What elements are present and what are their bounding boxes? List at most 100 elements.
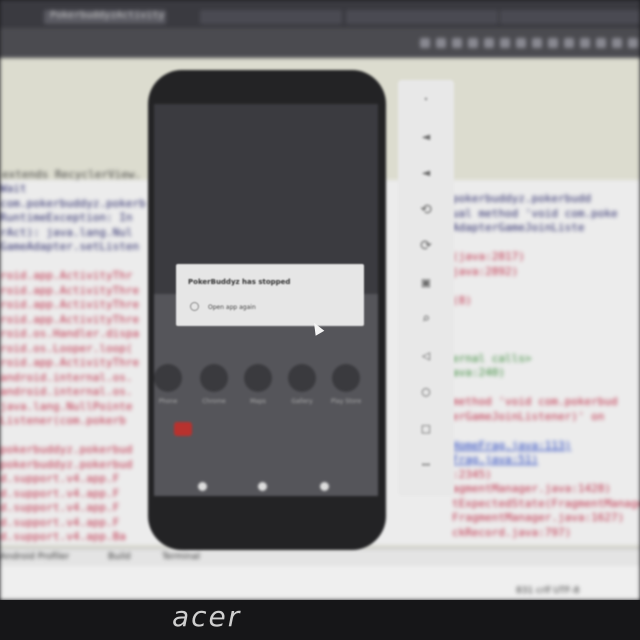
log-line: android.internal.os. — [0, 370, 133, 384]
log-line: java.lang.NullPointe — [0, 399, 133, 413]
log-line: (java:2817) — [452, 250, 525, 263]
log-line[interactable]: HomeFrag.java:113) — [452, 439, 571, 452]
home-nav-icon[interactable] — [258, 482, 267, 491]
log-line: pokerbuddyz.pokerbud — [0, 457, 133, 471]
log-line: java:2892) — [452, 264, 519, 278]
log-line: ckRecord.java:797) — [452, 525, 572, 539]
back-icon[interactable]: ◁ — [416, 346, 436, 366]
toolbar-icon[interactable] — [452, 38, 462, 48]
editor-tab[interactable]: PokerbuddyzActivity — [44, 10, 166, 24]
back-nav-icon[interactable] — [198, 482, 207, 491]
log-line: d.support.v4.app.F — [0, 472, 120, 485]
android-nav-bar — [154, 476, 378, 496]
gallery-app-icon[interactable] — [288, 364, 316, 392]
log-line: roid.app.ActivityThre — [0, 312, 140, 326]
volume-down-icon[interactable]: ◄ — [416, 163, 436, 183]
toolbar-icon[interactable] — [420, 38, 430, 48]
more-options-icon[interactable]: ⋯ — [416, 455, 436, 475]
app-dock: Phone Chrome Maps Gallery Play Store — [154, 364, 378, 424]
log-line: :2345) — [452, 467, 492, 481]
log-line[interactable]: Frag.java:51) — [452, 453, 538, 466]
log-line: roid.app.ActivityThre — [0, 283, 140, 297]
app-label: Play Store — [330, 398, 362, 405]
home-icon[interactable]: ○ — [416, 382, 436, 402]
app-label: Gallery — [291, 398, 313, 405]
toolbar-icon[interactable] — [596, 38, 606, 48]
log-line: roid.os.Handler.dispa — [0, 327, 140, 340]
log-line: d.support.v4.app.Ba — [0, 530, 126, 543]
log-line: Wait — [0, 182, 27, 195]
log-line: roid.app.ActivityThre — [0, 298, 140, 311]
editor-tab[interactable] — [346, 10, 498, 24]
toolbar-icon[interactable] — [468, 38, 478, 48]
log-line: roid.app.ActivityThre — [0, 356, 140, 369]
editor-tab[interactable] — [200, 10, 342, 24]
log-line: d.support.v4.app.F — [0, 515, 120, 529]
log-line: rAct): java.lang.Nul — [0, 225, 133, 239]
log-line: method 'void com.pokerbud — [452, 395, 618, 408]
log-line: agmentManager.java:1428) — [452, 482, 611, 495]
android-profiler-tab[interactable]: Android Profiler — [0, 552, 69, 562]
log-line: ava:240) — [452, 366, 505, 379]
log-line: Listener(com.pokerb — [0, 414, 126, 427]
encoding-status[interactable]: 831 crlf UTF-8 — [516, 586, 579, 596]
app-label: Chrome — [202, 398, 226, 405]
log-line: tExpectedState(FragmentManager.java: — [452, 496, 640, 510]
dialog-title: PokerBuddyz has stopped — [188, 278, 291, 286]
log-line: roid.app.ActivityThr — [0, 269, 133, 282]
log-line: pokerbuddyz.pokerbudd — [452, 192, 592, 205]
terminal-tab[interactable]: Terminal — [162, 552, 200, 562]
open-app-again-button[interactable]: Open app again — [208, 304, 256, 311]
ide-status-bar: 831 crlf UTF-8 — [0, 566, 640, 600]
toolbar-icon[interactable] — [612, 38, 622, 48]
log-line: GameAdapter.setListen — [0, 240, 140, 253]
build-tab[interactable]: Build — [108, 552, 131, 562]
toolbar-icon[interactable] — [532, 38, 542, 48]
toolbar-icon[interactable] — [548, 38, 558, 48]
log-line: ual method 'void com.poke — [452, 206, 618, 220]
log-line: android.internal.os. — [0, 385, 133, 398]
editor-tab-bar: PokerbuddyzActivity — [0, 0, 640, 28]
laptop-bezel — [0, 600, 640, 640]
log-line: d.support.v4.app.F — [0, 486, 120, 500]
log-line: com.pokerbuddyz.pokerb — [0, 196, 146, 210]
log-line: erGameJoinListener)' on — [452, 409, 605, 423]
tool-window-bar: Android Profiler Build Terminal — [0, 548, 640, 567]
emulator-side-toolbar: · ◄ ◄ ⟲ ⟳ ▣ ⌕ ◁ ○ □ ⋯ — [398, 80, 454, 496]
more-icon[interactable]: · — [416, 90, 436, 110]
recents-nav-icon[interactable] — [320, 482, 329, 491]
volume-up-icon[interactable]: ◄ — [416, 127, 436, 147]
toolbar-icon[interactable] — [628, 38, 638, 48]
log-line: d.support.v4.app.F — [0, 501, 120, 514]
app-label: Maps — [250, 398, 266, 405]
log-line: pokerbuddyz.pokerbud — [0, 443, 133, 456]
editor-tab[interactable] — [500, 10, 640, 24]
overview-icon[interactable]: □ — [416, 419, 436, 439]
app-label: Phone — [158, 398, 178, 405]
toolbar-icon[interactable] — [436, 38, 446, 48]
phone-app-icon[interactable] — [154, 364, 182, 392]
toolbar-icon[interactable] — [516, 38, 526, 48]
play-store-app-icon[interactable] — [332, 364, 360, 392]
ide-toolbar — [0, 28, 640, 58]
rotate-right-icon[interactable]: ⟳ — [416, 236, 436, 256]
maps-app-icon[interactable] — [244, 364, 272, 392]
toolbar-icon[interactable] — [564, 38, 574, 48]
log-line: roid.os.Looper.loop( — [0, 341, 133, 355]
toolbar-icon[interactable] — [500, 38, 510, 48]
log-line: RuntimeException: In — [0, 211, 133, 224]
laptop-brand-logo: acer — [172, 600, 242, 633]
crash-dialog: PokerBuddyz has stopped Open app again — [176, 264, 364, 326]
log-line: FragmentManager.java:1627) — [452, 511, 625, 524]
reopen-icon — [190, 302, 199, 311]
log-line: (8) — [452, 293, 472, 307]
youtube-icon[interactable] — [174, 422, 192, 436]
toolbar-icon[interactable] — [484, 38, 494, 48]
log-line: ernal calls> — [452, 351, 532, 365]
camera-icon[interactable]: ▣ — [416, 273, 436, 293]
log-line: AdapterGameJoinListe — [452, 221, 585, 234]
chrome-app-icon[interactable] — [200, 364, 228, 392]
rotate-left-icon[interactable]: ⟲ — [416, 200, 436, 220]
zoom-icon[interactable]: ⌕ — [416, 309, 436, 329]
toolbar-icon[interactable] — [580, 38, 590, 48]
